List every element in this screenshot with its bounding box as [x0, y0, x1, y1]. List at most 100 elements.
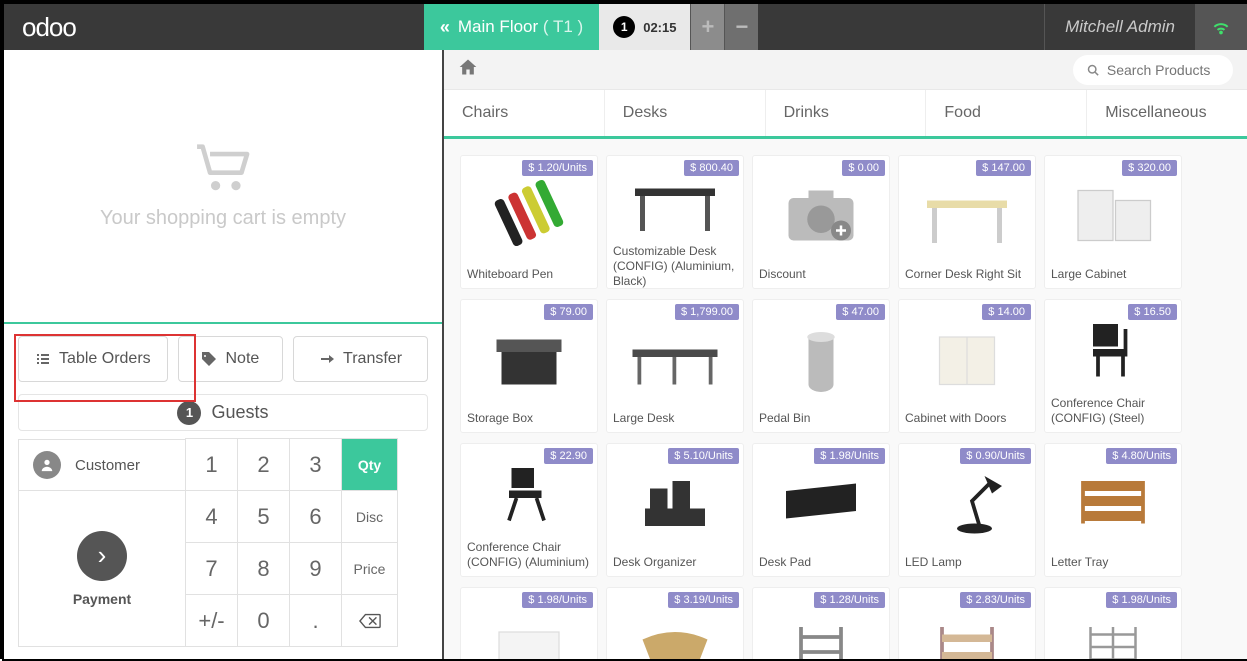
product-card[interactable]: $ 1.98/Units — [460, 587, 598, 659]
chevron-left-icon: « — [440, 17, 450, 38]
product-card[interactable]: $ 3.19/Units — [606, 587, 744, 659]
price-tag: $ 4.80/Units — [1106, 448, 1177, 464]
product-search[interactable] — [1073, 55, 1233, 85]
key-5[interactable]: 5 — [237, 490, 290, 543]
product-card[interactable]: $ 4.80/Units Letter Tray — [1044, 443, 1182, 577]
app-header: odoo « Main Floor ( T1 ) 1 02:15 + − Mit… — [4, 4, 1247, 50]
user-menu-button[interactable]: Mitchell Admin — [1044, 4, 1195, 50]
price-tag: $ 1,799.00 — [675, 304, 739, 320]
product-card[interactable]: $ 0.90/UnitsLED Lamp — [898, 443, 1036, 577]
wifi-icon — [1210, 16, 1232, 38]
search-input[interactable] — [1107, 62, 1219, 78]
product-name: Discount — [753, 263, 889, 288]
category-tab[interactable]: Chairs — [444, 90, 605, 136]
key-dot[interactable]: . — [289, 594, 342, 647]
product-name: Corner Desk Right Sit — [899, 263, 1035, 288]
product-name: Cabinet with Doors — [899, 407, 1035, 432]
key-1[interactable]: 1 — [185, 438, 238, 491]
product-card[interactable]: $ 1.98/Units — [1044, 587, 1182, 659]
price-tag: $ 0.00 — [842, 160, 885, 176]
product-card[interactable]: $ 1.20/UnitsWhiteboard Pen — [460, 155, 598, 289]
product-card[interactable]: $ 1.98/UnitsDesk Pad — [752, 443, 890, 577]
key-4[interactable]: 4 — [185, 490, 238, 543]
product-card[interactable]: $ 14.00 Cabinet with Doors — [898, 299, 1036, 433]
key-qty[interactable]: Qty — [341, 438, 398, 491]
price-tag: $ 14.00 — [982, 304, 1031, 320]
table-orders-button[interactable]: Table Orders — [18, 336, 168, 382]
key-sign[interactable]: +/- — [185, 594, 238, 647]
price-tag: $ 79.00 — [544, 304, 593, 320]
price-tag: $ 1.28/Units — [814, 592, 885, 608]
category-tab[interactable]: Miscellaneous — [1087, 90, 1247, 136]
category-tab[interactable]: Desks — [605, 90, 766, 136]
price-tag: $ 1.98/Units — [522, 592, 593, 608]
order-tab[interactable]: 1 02:15 — [599, 4, 690, 50]
numeric-keypad: 1 2 3 Qty 4 5 6 Disc 7 8 9 Price +/- 0 . — [186, 439, 398, 647]
transfer-label: Transfer — [343, 350, 402, 368]
price-tag: $ 2.83/Units — [960, 592, 1031, 608]
product-card[interactable]: $ 47.00Pedal Bin — [752, 299, 890, 433]
key-9[interactable]: 9 — [289, 542, 342, 595]
price-tag: $ 1.98/Units — [1106, 592, 1177, 608]
product-name: Conference Chair (CONFIG) (Steel) — [1045, 392, 1181, 432]
product-name: Large Cabinet — [1045, 263, 1181, 288]
product-card[interactable]: $ 147.00 Corner Desk Right Sit — [898, 155, 1036, 289]
remove-order-button[interactable]: − — [724, 4, 758, 50]
empty-cart-text: Your shopping cart is empty — [100, 207, 346, 230]
price-tag: $ 3.19/Units — [668, 592, 739, 608]
customer-button[interactable]: Customer — [18, 439, 186, 491]
note-label: Note — [225, 350, 259, 368]
category-tab[interactable]: Food — [926, 90, 1087, 136]
note-button[interactable]: Note — [178, 336, 283, 382]
key-7[interactable]: 7 — [185, 542, 238, 595]
key-price[interactable]: Price — [341, 542, 398, 595]
chevron-right-icon: › — [77, 531, 127, 581]
product-card[interactable]: $ 800.40Customizable Desk (CONFIG) (Alum… — [606, 155, 744, 289]
category-tab[interactable]: Drinks — [766, 90, 927, 136]
home-button[interactable] — [458, 57, 478, 83]
product-card[interactable]: $ 1.28/Units — [752, 587, 890, 659]
key-backspace[interactable] — [341, 594, 398, 647]
product-card[interactable]: $ 5.10/UnitsDesk Organizer — [606, 443, 744, 577]
price-tag: $ 147.00 — [976, 160, 1031, 176]
price-tag: $ 320.00 — [1122, 160, 1177, 176]
guests-count-badge: 1 — [177, 401, 201, 425]
table-orders-label: Table Orders — [59, 350, 151, 368]
product-card[interactable]: $ 0.00 Discount — [752, 155, 890, 289]
add-order-button[interactable]: + — [690, 4, 724, 50]
product-panel: Chairs Desks Drinks Food Miscellaneous $… — [444, 50, 1247, 659]
transfer-button[interactable]: Transfer — [293, 336, 428, 382]
floor-label: Main Floor — [458, 17, 538, 37]
key-0[interactable]: 0 — [237, 594, 290, 647]
order-number-badge: 1 — [613, 16, 635, 38]
user-icon — [33, 451, 61, 479]
category-tabs: Chairs Desks Drinks Food Miscellaneous — [444, 90, 1247, 139]
price-tag: $ 1.98/Units — [814, 448, 885, 464]
product-card[interactable]: $ 79.00 Storage Box — [460, 299, 598, 433]
product-card[interactable]: $ 22.90Conference Chair (CONFIG) (Alumin… — [460, 443, 598, 577]
product-card[interactable]: $ 1,799.00Large Desk — [606, 299, 744, 433]
payment-button[interactable]: › Payment — [18, 491, 186, 647]
key-2[interactable]: 2 — [237, 438, 290, 491]
floor-selector-button[interactable]: « Main Floor ( T1 ) — [424, 4, 599, 50]
product-card[interactable]: $ 320.00 Large Cabinet — [1044, 155, 1182, 289]
price-tag: $ 1.20/Units — [522, 160, 593, 176]
order-panel: Your shopping cart is empty Table Orders… — [4, 50, 444, 659]
price-tag: $ 22.90 — [544, 448, 593, 464]
brand-logo: odoo — [4, 12, 94, 43]
key-3[interactable]: 3 — [289, 438, 342, 491]
keypad-area: Customer › Payment 1 2 3 Qty 4 5 6 Disc … — [4, 439, 442, 659]
product-card[interactable]: $ 16.50 Conference Chair (CONFIG) (Steel) — [1044, 299, 1182, 433]
product-card[interactable]: $ 2.83/Units — [898, 587, 1036, 659]
search-icon — [1087, 63, 1099, 77]
price-tag: $ 16.50 — [1128, 304, 1177, 320]
customer-label: Customer — [75, 457, 140, 474]
empty-cart: Your shopping cart is empty — [4, 50, 442, 322]
key-6[interactable]: 6 — [289, 490, 342, 543]
product-name: Letter Tray — [1045, 551, 1181, 576]
connection-status-button[interactable] — [1195, 4, 1247, 50]
guests-button[interactable]: 1 Guests — [18, 394, 428, 431]
product-name: Storage Box — [461, 407, 597, 432]
key-disc[interactable]: Disc — [341, 490, 398, 543]
key-8[interactable]: 8 — [237, 542, 290, 595]
